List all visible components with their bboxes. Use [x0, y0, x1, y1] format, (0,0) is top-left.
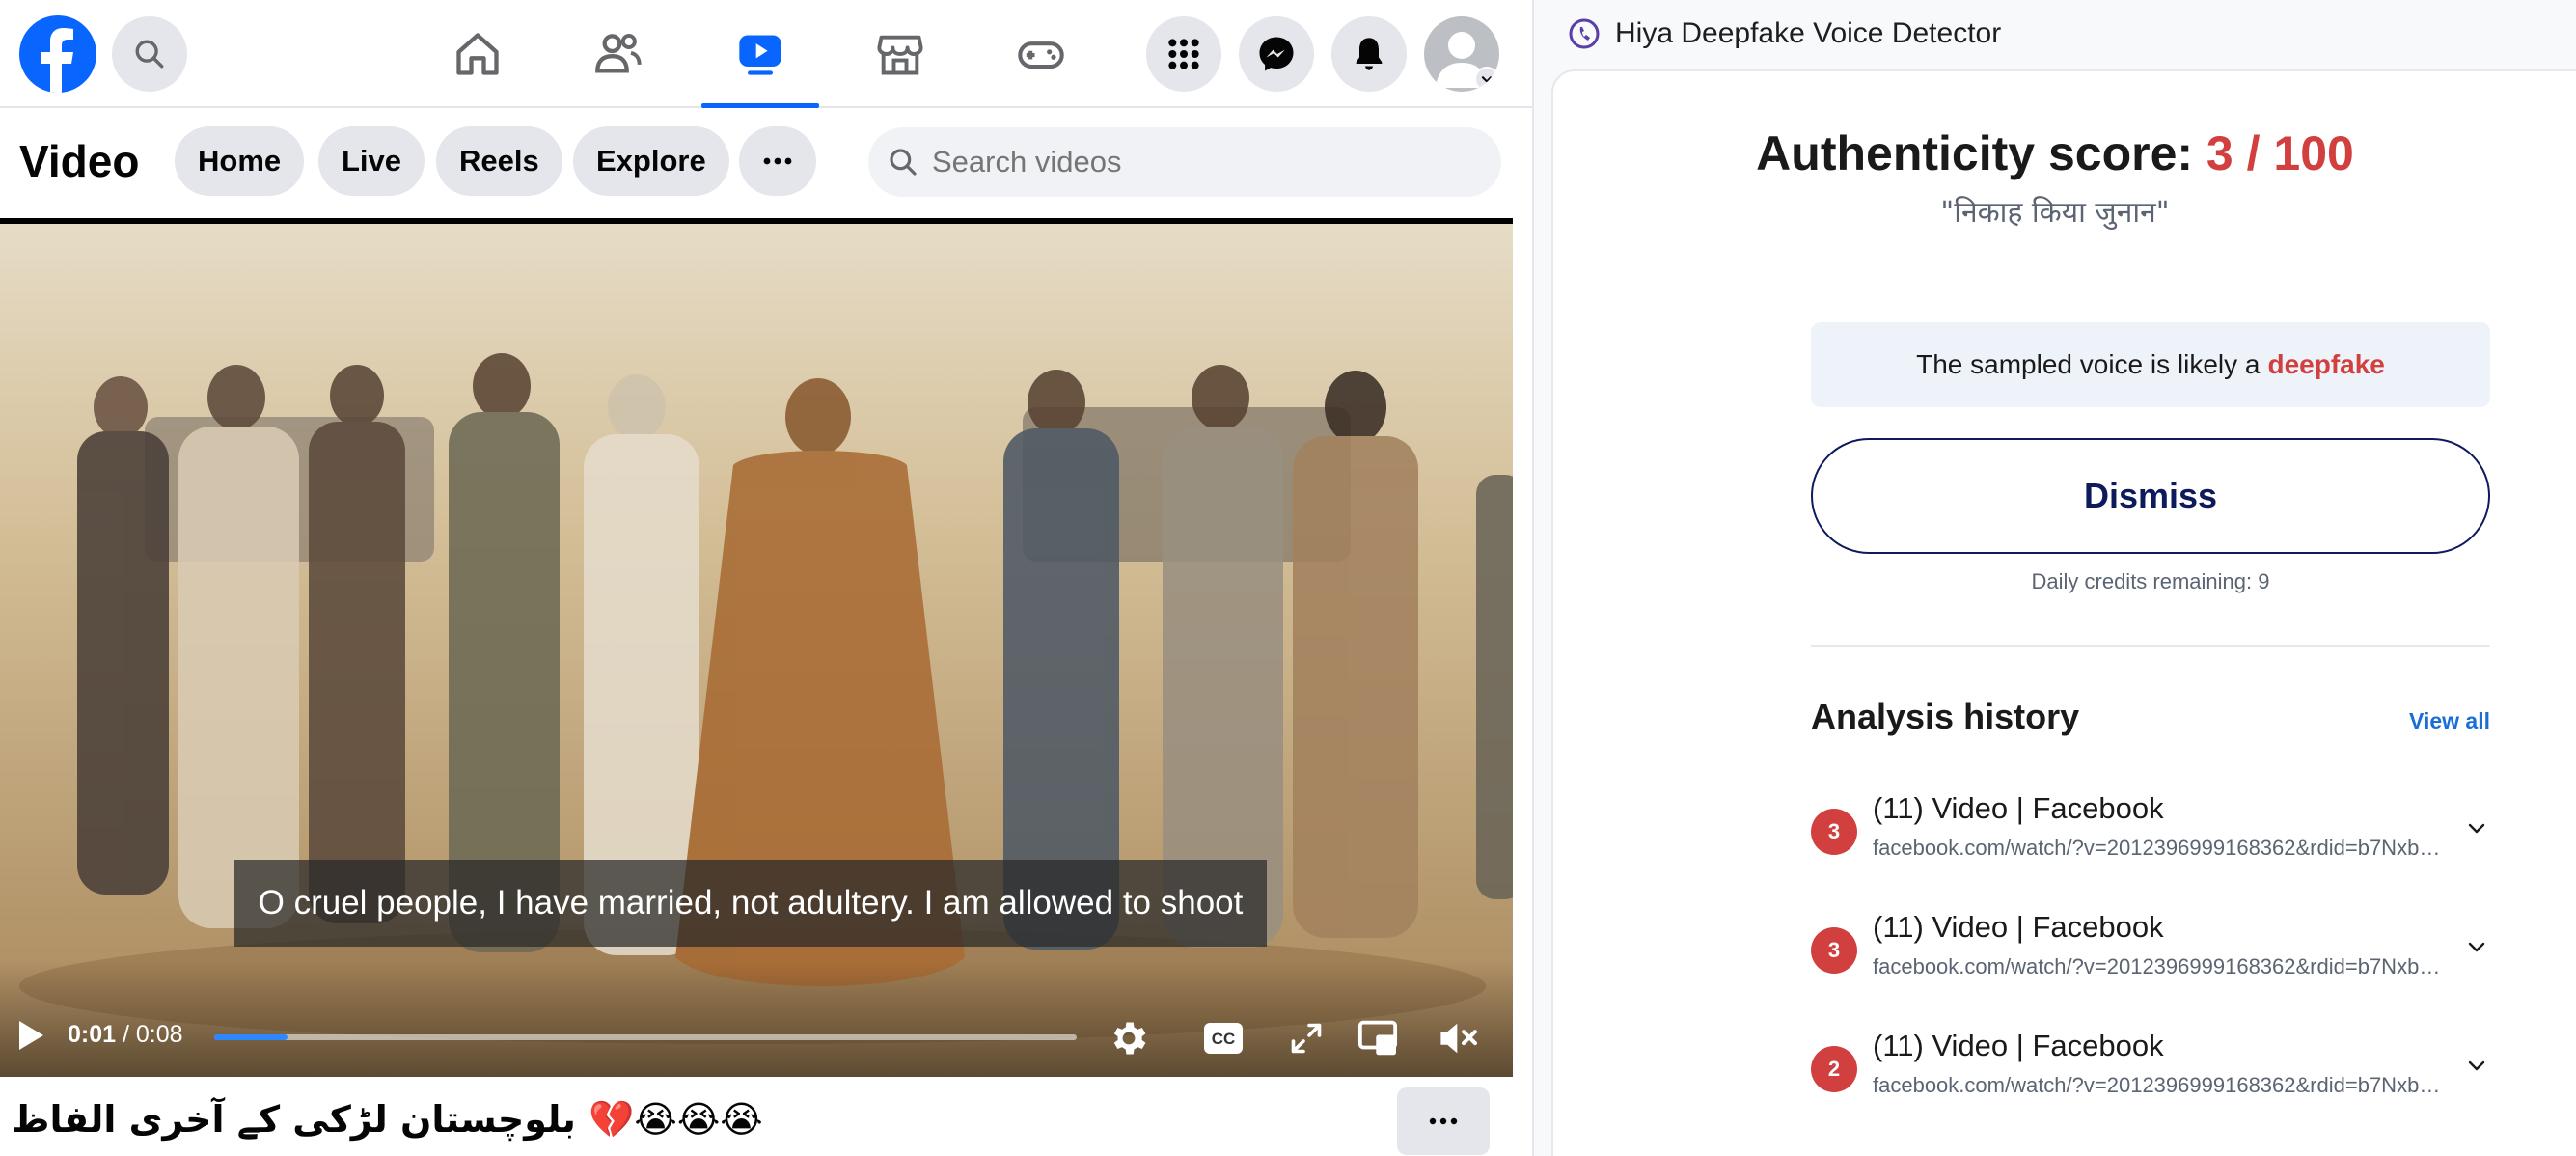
post-title: بلوچستان لڑکی کے آخری الفاظ 💔😭😭😭 — [12, 1098, 763, 1141]
menu-button[interactable] — [1146, 16, 1221, 92]
current-time: 0:01 — [68, 1021, 117, 1048]
play-button[interactable] — [12, 1011, 50, 1060]
account-button[interactable] — [1424, 16, 1499, 92]
cc-icon: CC — [1204, 1023, 1243, 1054]
hiya-logo-icon — [1569, 18, 1600, 49]
pill-reels[interactable]: Reels — [436, 126, 562, 196]
verdict-word: deepfake — [2267, 349, 2385, 379]
tab-gaming[interactable] — [982, 0, 1100, 108]
expand-icon — [1291, 1023, 1322, 1054]
messenger-button[interactable] — [1239, 16, 1314, 92]
settings-button[interactable] — [1106, 1015, 1152, 1061]
history-item-title: (11) Video | Facebook — [1873, 1029, 2164, 1062]
progress-bar[interactable] — [214, 1034, 1077, 1040]
ellipsis-icon — [763, 157, 792, 165]
grid-menu-icon — [1168, 39, 1199, 69]
video-search-box[interactable] — [868, 127, 1501, 197]
messenger-icon — [1259, 37, 1294, 71]
authenticity-score: Authenticity score: 3 / 100 — [1534, 125, 2576, 181]
pill-home[interactable]: Home — [175, 126, 305, 196]
fullscreen-button[interactable] — [1285, 1017, 1328, 1060]
search-icon — [135, 40, 164, 69]
history-item[interactable]: 3 (11) Video | Facebook facebook.com/wat… — [1811, 791, 2490, 888]
gear-icon — [1113, 1022, 1146, 1055]
section-divider — [1811, 645, 2490, 647]
video-player[interactable]: O cruel people, I have married, not adul… — [0, 218, 1513, 1077]
more-pill-button[interactable] — [739, 126, 816, 196]
history-score-badge: 2 — [1811, 1046, 1857, 1092]
picture-in-picture-icon — [1357, 1020, 1398, 1056]
credits-remaining: Daily credits remaining: 9 — [2031, 569, 2270, 593]
svg-text:CC: CC — [1212, 1030, 1236, 1048]
pill-explore[interactable]: Explore — [573, 126, 729, 196]
mute-button[interactable] — [1436, 1015, 1482, 1061]
ellipsis-icon — [1429, 1117, 1458, 1125]
extension-side-panel: Hiya Deepfake Voice Detector Authenticit… — [1534, 0, 2576, 1156]
bell-icon — [1356, 38, 1383, 70]
extension-header: Hiya Deepfake Voice Detector — [1534, 0, 2576, 68]
facebook-search-button[interactable] — [112, 16, 187, 92]
chevron-down-icon[interactable] — [2463, 933, 2490, 960]
history-item-url: facebook.com/watch/?v=2012396999168362&r… — [1873, 836, 2452, 860]
transcript-quote: "निकाह किया जुनान" — [1940, 196, 2170, 230]
facebook-logo-icon[interactable] — [19, 15, 96, 93]
video-scene-image — [0, 224, 1513, 1077]
captions-button[interactable]: CC — [1202, 1019, 1245, 1058]
chevron-down-icon[interactable] — [1474, 67, 1499, 92]
view-all-link[interactable]: View all — [2364, 708, 2490, 734]
score-label: Authenticity score: — [1756, 126, 2206, 180]
total-time: / 0:08 — [116, 1021, 183, 1048]
post-more-button[interactable] — [1397, 1087, 1490, 1155]
gaming-icon — [1018, 41, 1064, 69]
history-item[interactable]: 2 (11) Video | Facebook facebook.com/wat… — [1811, 1029, 2490, 1125]
miniplayer-button[interactable] — [1355, 1015, 1401, 1061]
extension-title: Hiya Deepfake Voice Detector — [1615, 17, 2002, 49]
verdict-box: The sampled voice is likely a deepfake — [1811, 322, 2490, 407]
pill-live[interactable]: Live — [318, 126, 425, 196]
friends-icon — [595, 33, 642, 73]
history-item[interactable]: 3 (11) Video | Facebook facebook.com/wat… — [1811, 910, 2490, 1006]
tab-home[interactable] — [419, 0, 536, 108]
time-display: 0:01 / 0:08 — [68, 1021, 183, 1049]
dismiss-button[interactable]: Dismiss — [1811, 438, 2490, 554]
page-title: Video — [19, 136, 140, 186]
history-score-badge: 3 — [1811, 809, 1857, 855]
marketplace-icon — [877, 35, 923, 75]
tab-video[interactable] — [701, 0, 819, 108]
history-item-url: facebook.com/watch/?v=2012396999168362&r… — [1873, 1073, 2452, 1097]
video-tab-icon — [739, 35, 781, 75]
history-item-title: (11) Video | Facebook — [1873, 791, 2164, 825]
facebook-pane: Video Home Live Reels Explore Search vid… — [0, 0, 1532, 1156]
score-value: 3 / 100 — [2206, 126, 2354, 180]
video-frame — [0, 224, 1513, 1077]
speaker-muted-icon — [1440, 1023, 1477, 1054]
progress-fill — [214, 1034, 288, 1040]
history-item-url: facebook.com/watch/?v=2012396999168362&r… — [1873, 954, 2452, 978]
video-caption: O cruel people, I have married, not adul… — [234, 860, 1267, 947]
history-item-title: (11) Video | Facebook — [1873, 910, 2164, 944]
facebook-top-bar — [0, 0, 1532, 108]
verdict-text: The sampled voice is likely a — [1916, 349, 2261, 379]
notifications-button[interactable] — [1331, 16, 1407, 92]
chevron-down-icon[interactable] — [2463, 1052, 2490, 1079]
search-input[interactable] — [932, 145, 1472, 179]
home-icon — [456, 33, 499, 75]
tab-friends[interactable] — [560, 0, 677, 108]
history-title: Analysis history — [1811, 697, 2080, 736]
search-icon — [890, 149, 917, 176]
play-icon — [19, 1021, 43, 1050]
chevron-down-icon[interactable] — [2463, 814, 2490, 841]
history-score-badge: 3 — [1811, 927, 1857, 974]
tab-marketplace[interactable] — [841, 0, 959, 108]
